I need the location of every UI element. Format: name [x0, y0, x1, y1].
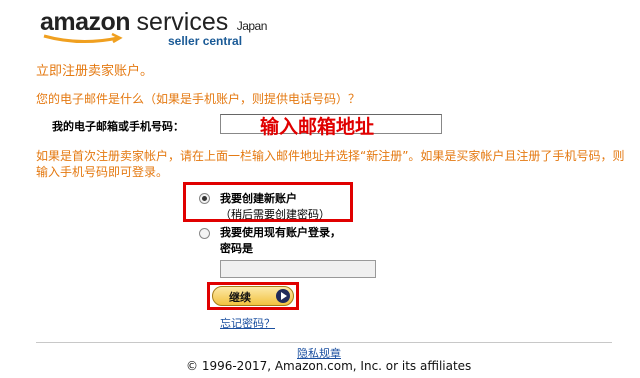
logo-region: Japan — [236, 19, 268, 33]
password-label: 密码是 — [220, 242, 253, 255]
continue-button[interactable]: 继续 — [212, 286, 294, 306]
email-field[interactable] — [220, 114, 442, 134]
forgot-password-link[interactable]: 忘记密码？ — [220, 315, 275, 331]
amazon-smile-icon — [43, 32, 123, 44]
email-label: 我的电子邮箱或手机号码： — [52, 120, 184, 133]
existing-account-label: 我要使用现有账户登录， — [220, 226, 341, 239]
amazon-services-logo: amazon services Japan seller central — [40, 8, 270, 50]
copyright-text: © 1996-2017, Amazon.com, Inc. or its aff… — [186, 359, 472, 373]
logo-subtitle: seller central — [168, 34, 243, 48]
arrow-right-icon — [276, 289, 290, 303]
new-account-radio[interactable] — [199, 193, 210, 204]
registration-note: 如果是首次注册卖家帐户，请在上面一栏输入邮件地址并选择“新注册”。如果是买家帐户… — [36, 149, 625, 179]
new-account-sublabel: （稍后需要创建密码） — [220, 208, 330, 221]
email-question: 您的电子邮件是什么（如果是手机账户，则提供电话号码）？ — [36, 92, 361, 106]
existing-account-radio[interactable] — [199, 228, 210, 239]
password-field[interactable] — [220, 260, 376, 278]
footer-divider — [36, 342, 612, 343]
page-title: 立即注册卖家账户。 — [36, 64, 154, 79]
new-account-label: 我要创建新账户 — [220, 192, 297, 205]
continue-button-label: 继续 — [229, 291, 251, 304]
